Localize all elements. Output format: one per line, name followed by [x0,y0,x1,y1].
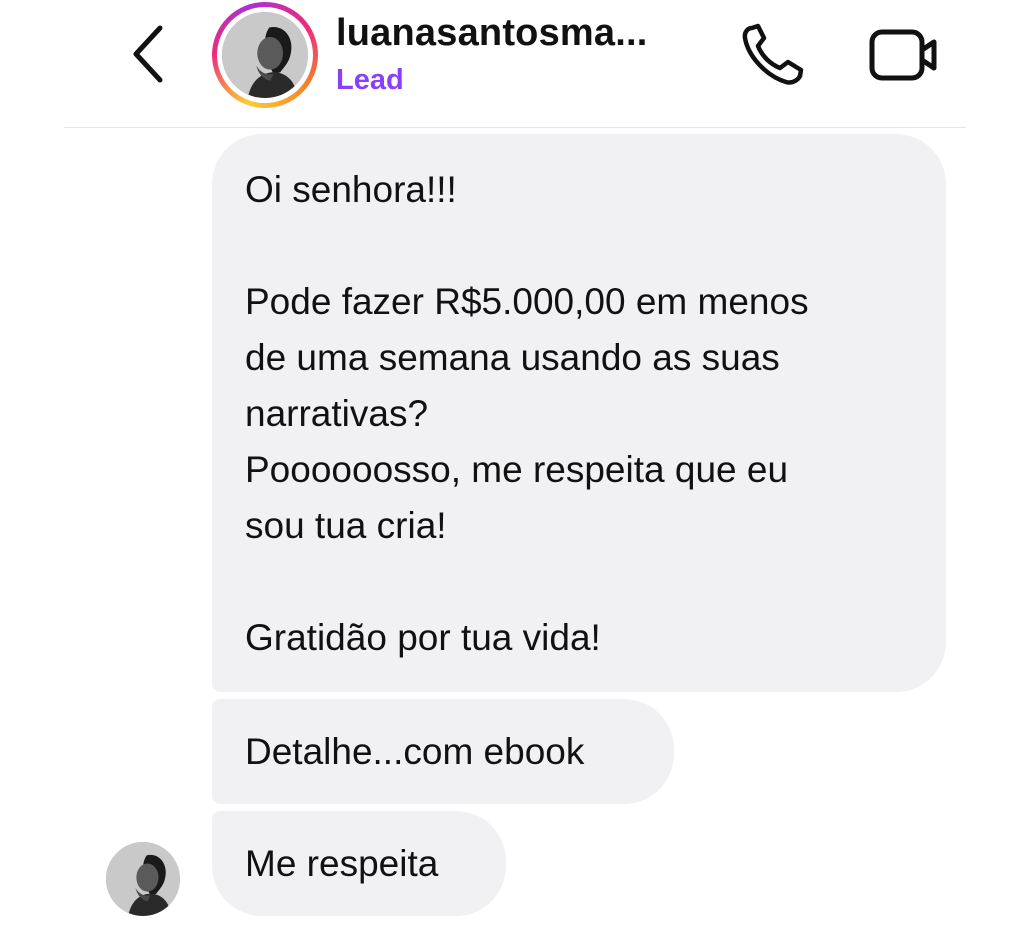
message-text: de uma semana usando as suas [245,337,780,378]
video-call-button[interactable] [864,22,944,88]
chat-header: luanasantosma... Lead [0,0,1029,128]
message-text: Oi senhora!!! [245,169,457,210]
message-text: narrativas? [245,393,429,434]
back-button[interactable] [118,22,178,86]
contact-label: Lead [336,64,404,96]
message-text: sou tua cria! [245,505,447,546]
profile-avatar-story-ring[interactable] [212,2,318,108]
message-text: Pode fazer R$5.000,00 em menos [245,281,809,322]
phone-icon [742,23,804,85]
person-photo-icon [106,842,180,916]
message-bubble[interactable]: Me respeita [212,811,506,916]
audio-call-button[interactable] [738,22,808,88]
message-text: Detalhe...com ebook [245,730,585,772]
message-text: Gratidão por tua vida! [245,617,601,658]
person-photo-icon [222,12,308,98]
video-camera-icon [869,29,937,81]
message-text: Me respeita [245,842,439,884]
chat-username[interactable]: luanasantosma... [336,12,648,55]
message-bubble[interactable]: Oi senhora!!! Pode fazer R$5.000,00 em m… [212,134,946,692]
message-text: Poooooosso, me respeita que eu [245,449,789,490]
avatar [222,12,308,98]
message-bubble[interactable]: Detalhe...com ebook [212,699,674,804]
chevron-left-icon [133,25,163,83]
sender-avatar[interactable] [106,842,180,916]
header-divider [64,127,966,128]
